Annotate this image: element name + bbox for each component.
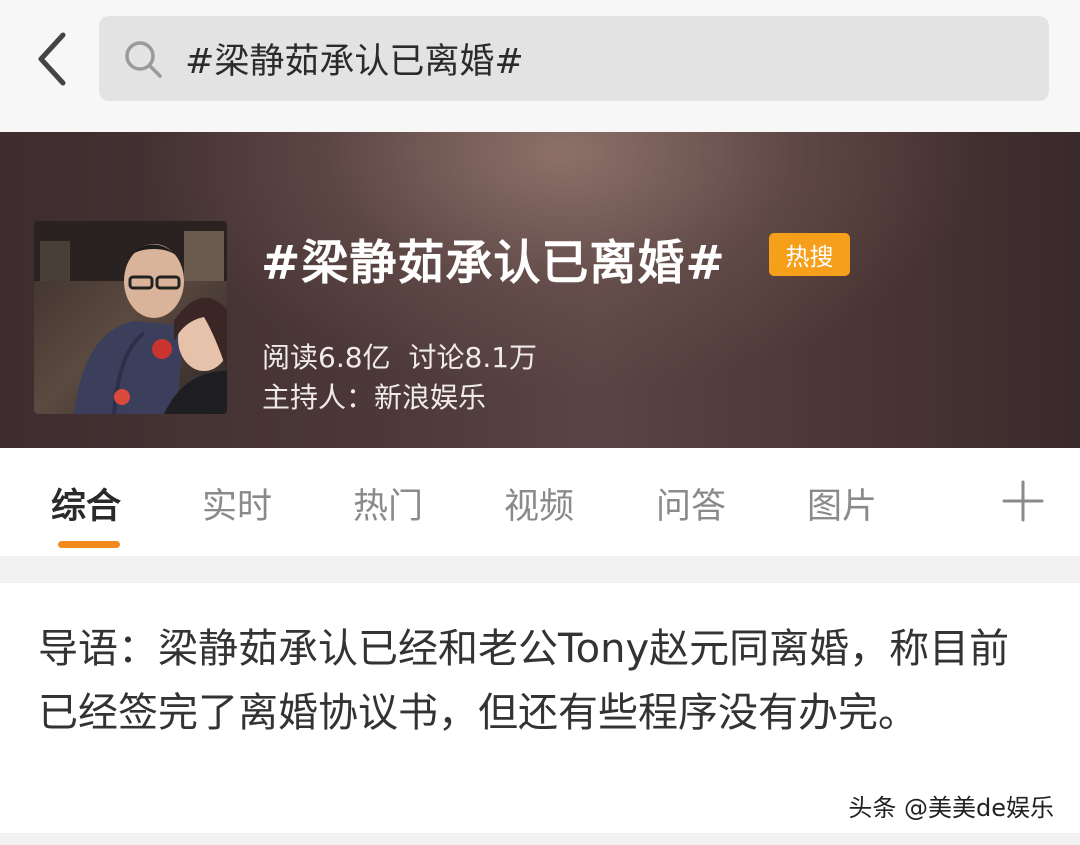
search-query: #梁静茹承认已离婚# bbox=[185, 42, 524, 82]
hot-search-badge: 热搜 bbox=[769, 233, 850, 276]
tab-qa[interactable]: 问答 bbox=[656, 478, 726, 529]
topic-stats: 阅读6.8亿 讨论8.1万 bbox=[262, 336, 537, 376]
tab-realtime[interactable]: 实时 bbox=[202, 478, 272, 529]
topic-host[interactable]: 主持人：新浪娱乐 bbox=[262, 376, 486, 416]
discussion-count: 讨论8.1万 bbox=[408, 341, 538, 374]
tab-comprehensive[interactable]: 综合 bbox=[51, 478, 121, 529]
topic-title: #梁静茹承认已离婚# bbox=[261, 236, 726, 291]
active-tab-indicator bbox=[58, 541, 120, 548]
tab-hot[interactable]: 热门 bbox=[353, 478, 423, 529]
plus-icon[interactable] bbox=[1000, 478, 1046, 524]
top-bar: #梁静茹承认已离婚# bbox=[0, 0, 1080, 132]
lead-card: 导语：梁静茹承认已经和老公Tony赵元同离婚，称目前已经签完了离婚协议书，但还有… bbox=[0, 583, 1080, 833]
tab-images[interactable]: 图片 bbox=[807, 478, 877, 529]
search-input[interactable]: #梁静茹承认已离婚# bbox=[99, 16, 1049, 101]
chevron-left-icon bbox=[38, 32, 66, 86]
tab-video[interactable]: 视频 bbox=[504, 478, 574, 529]
search-icon bbox=[123, 39, 163, 79]
watermark: 头条 @美美de娱乐 bbox=[848, 794, 1054, 822]
read-count: 阅读6.8亿 bbox=[262, 341, 391, 374]
topic-banner: #梁静茹承认已离婚# 热搜 阅读6.8亿 讨论8.1万 主持人：新浪娱乐 bbox=[0, 132, 1080, 448]
lead-text: 导语：梁静茹承认已经和老公Tony赵元同离婚，称目前已经签完了离婚协议书，但还有… bbox=[38, 626, 1010, 736]
tab-bar: 综合 实时 热门 视频 问答 图片 bbox=[0, 448, 1080, 556]
back-button[interactable] bbox=[22, 24, 82, 94]
topic-cover-image[interactable] bbox=[34, 221, 227, 414]
